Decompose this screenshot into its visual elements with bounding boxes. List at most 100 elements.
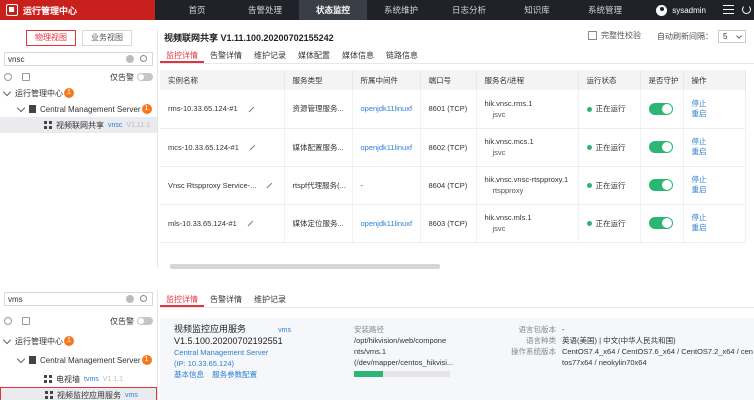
- tab-media-info[interactable]: 媒体信息: [336, 48, 380, 63]
- edit-icon[interactable]: [249, 144, 256, 151]
- tab-maintenance-records[interactable]: 维护记录: [248, 48, 292, 63]
- clear-icon[interactable]: [126, 295, 134, 303]
- edit-icon[interactable]: [248, 106, 255, 113]
- stop-button[interactable]: 停止: [692, 213, 745, 223]
- instance-name-cell: mcs-10.33.65.124-#1: [160, 128, 285, 167]
- process-name: rtspproxy: [492, 186, 524, 195]
- middleware-link[interactable]: openjdk11linuxf: [352, 204, 421, 243]
- stop-button[interactable]: 停止: [692, 175, 745, 185]
- disk-usage-fill: [354, 371, 383, 377]
- col-instance-name[interactable]: 实例名称: [160, 70, 285, 90]
- restart-button[interactable]: 重启: [692, 185, 745, 195]
- middleware-link[interactable]: openjdk11linuxf: [352, 90, 421, 129]
- col-port[interactable]: 端口号: [420, 70, 477, 90]
- daemon-toggle[interactable]: [648, 217, 673, 229]
- tree-node-server[interactable]: Central Management Server 1: [0, 352, 157, 368]
- settings-icon[interactable]: [4, 317, 12, 325]
- col-actions[interactable]: 操作: [683, 70, 746, 90]
- tab-alarm-details[interactable]: 告警详情: [204, 48, 248, 63]
- refresh-interval-value: 5: [723, 32, 728, 41]
- chevron-down-icon[interactable]: [2, 335, 12, 344]
- only-alarm-filter: 仅告警: [110, 72, 153, 83]
- user-avatar-icon: [656, 4, 668, 16]
- daemon-toggle[interactable]: [648, 102, 673, 115]
- tree-node-root[interactable]: 运行管理中心 1: [0, 333, 157, 349]
- copy-icon[interactable]: [22, 73, 30, 81]
- service-tag: vnsc: [108, 121, 123, 129]
- nav-home[interactable]: 首页: [163, 0, 231, 20]
- app-logo[interactable]: 运行管理中心: [0, 0, 155, 20]
- copy-icon[interactable]: [22, 317, 30, 325]
- tab-monitor-details[interactable]: 监控详情: [160, 292, 204, 307]
- nav-system-management[interactable]: 系统管理: [571, 0, 639, 20]
- only-alarm-toggle[interactable]: [137, 317, 153, 325]
- service-version: V1.1.1: [102, 375, 124, 383]
- tab-link-info[interactable]: 链路信息: [380, 48, 424, 63]
- tab-physical-view[interactable]: 物理视图: [26, 30, 76, 46]
- hamburger-menu-icon[interactable]: [723, 5, 734, 14]
- nav-alarm-handling[interactable]: 告警处理: [231, 0, 299, 20]
- process-cell: hik.vnsc.rms.1 jsvc: [476, 90, 579, 129]
- search-input[interactable]: vms: [4, 292, 153, 306]
- restart-button[interactable]: 重启: [692, 109, 745, 119]
- tree-node-root[interactable]: 运行管理中心 1: [0, 85, 157, 101]
- table-row: Vnsc Rtspproxy Service-... rtspf代理服务(...…: [160, 166, 746, 205]
- stop-button[interactable]: 停止: [692, 137, 745, 147]
- app-title: 运行管理中心: [23, 5, 78, 16]
- col-service-type[interactable]: 服务类型: [284, 70, 353, 90]
- service-grid-icon: [44, 375, 52, 383]
- chevron-down-icon[interactable]: [16, 103, 26, 112]
- edit-icon[interactable]: [266, 182, 273, 189]
- restart-button[interactable]: 重启: [692, 223, 745, 233]
- basic-info-link[interactable]: 基本信息: [174, 370, 204, 379]
- col-process[interactable]: 服务名/进程: [476, 70, 579, 90]
- bottom-sidebar: vms 仅告警 运行管理中心 1 Central Management Serv…: [0, 290, 158, 400]
- tab-media-config[interactable]: 媒体配置: [292, 48, 336, 63]
- tab-maintenance-records[interactable]: 维护记录: [248, 292, 292, 307]
- edit-icon[interactable]: [247, 220, 254, 227]
- integrity-check-button[interactable]: 完整性校验: [588, 30, 641, 41]
- search-input[interactable]: vnsc: [4, 52, 153, 66]
- tree-node-vms[interactable]: 视频监控应用服务 vms: [0, 387, 157, 400]
- tree-node-tvms[interactable]: 电视墙 tvms V1.1.1: [0, 371, 157, 387]
- settings-icon[interactable]: [4, 73, 12, 81]
- tree-node-server[interactable]: Central Management Server 1: [0, 101, 157, 117]
- only-alarm-toggle[interactable]: [137, 73, 153, 81]
- chevron-down-icon[interactable]: [2, 87, 12, 96]
- lang-pack-value: -: [562, 325, 565, 334]
- clear-icon[interactable]: [126, 55, 134, 63]
- nav-system-maintenance[interactable]: 系统维护: [367, 0, 435, 20]
- nav-knowledge-base[interactable]: 知识库: [503, 0, 571, 20]
- nav-status-monitor[interactable]: 状态监控: [299, 0, 367, 20]
- status-dot-icon: [586, 221, 592, 227]
- col-run-status[interactable]: 运行状态: [578, 70, 641, 90]
- daemon-toggle[interactable]: [648, 179, 673, 191]
- server-link[interactable]: Central Management Server: [174, 347, 291, 358]
- nav-log-analysis[interactable]: 日志分析: [435, 0, 503, 20]
- refresh-interval-select[interactable]: 5: [718, 30, 746, 43]
- power-icon[interactable]: [742, 5, 751, 14]
- stop-button[interactable]: 停止: [692, 99, 745, 109]
- search-icon[interactable]: [140, 55, 147, 62]
- search-icon[interactable]: [140, 295, 147, 302]
- tree-node-vnsc[interactable]: 视频联网共享 vnsc V1.11.1: [0, 117, 157, 133]
- tab-alarm-details[interactable]: 告警详情: [204, 292, 248, 307]
- restart-button[interactable]: 重启: [692, 147, 745, 157]
- instance-name-cell: mls-10.33.65.124-#1: [160, 204, 285, 243]
- col-daemon[interactable]: 是否守护: [640, 70, 684, 90]
- daemon-toggle[interactable]: [648, 141, 673, 153]
- horizontal-scrollbar[interactable]: [170, 264, 440, 269]
- middleware-link[interactable]: openjdk11linuxf: [352, 128, 421, 167]
- process-name: jsvc: [492, 148, 506, 157]
- os-value-2: tos77x64 / neokylin70x64: [562, 358, 647, 367]
- chevron-down-icon[interactable]: [16, 354, 26, 363]
- actions-cell: 停止 重启: [683, 166, 746, 205]
- daemon-cell: [640, 166, 684, 205]
- tab-monitor-details[interactable]: 监控详情: [160, 48, 204, 63]
- user-menu[interactable]: sysadmin: [656, 0, 706, 20]
- service-params-link[interactable]: 服务参数配置: [212, 370, 257, 379]
- lang-type-value: 英语(美国) | 中文(中华人民共和国): [562, 336, 676, 345]
- tab-business-view[interactable]: 业务视图: [82, 30, 132, 46]
- col-middleware[interactable]: 所属中间件: [352, 70, 421, 90]
- service-type: 媒体配置服务...: [284, 128, 353, 167]
